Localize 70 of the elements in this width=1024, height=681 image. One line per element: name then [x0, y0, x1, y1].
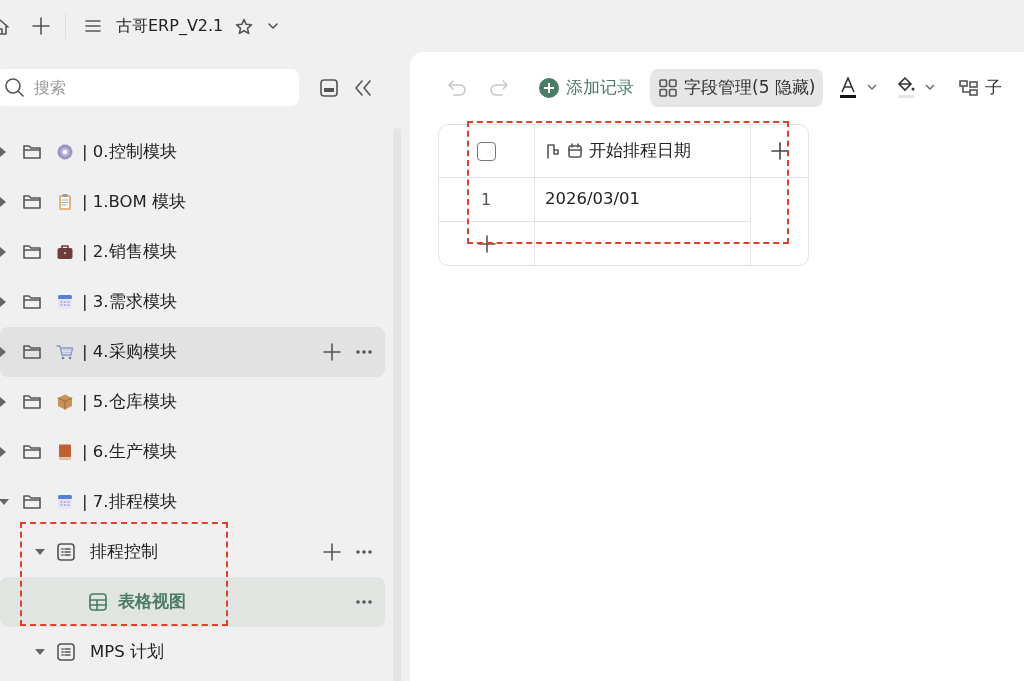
calendar-icon	[56, 293, 74, 311]
tree-item[interactable]: 排程控制	[0, 527, 385, 577]
hierarchy-icon	[959, 78, 980, 98]
add-row-icon[interactable]	[477, 233, 497, 254]
panel-icon[interactable]	[319, 77, 339, 98]
table-icon	[88, 592, 108, 612]
calendar-icon	[567, 143, 583, 159]
item-label: 排程控制	[90, 540, 158, 563]
book-icon	[56, 443, 74, 461]
add-circle-icon	[538, 77, 560, 99]
tree-item[interactable]: MPS 计划	[0, 627, 385, 677]
item-label: | 3.需求模块	[82, 290, 177, 313]
calendar-icon	[56, 493, 74, 511]
tree-item[interactable]: | 2.销售模块	[0, 227, 385, 277]
add-column-icon[interactable]	[769, 141, 790, 161]
folder-icon	[22, 492, 42, 512]
row-number: 1	[439, 178, 535, 222]
more-icon[interactable]	[355, 547, 373, 557]
item-label: 表格视图	[118, 590, 186, 613]
table-cell: 2026/03/01	[535, 178, 751, 222]
shopping-cart-icon	[56, 343, 74, 361]
tree-item[interactable]: | 3.需求模块	[0, 277, 385, 327]
item-label: | 5.仓库模块	[82, 390, 177, 413]
tree-item[interactable]: | 7.排程模块	[0, 477, 385, 527]
add-record-button[interactable]: 添加记录	[530, 69, 642, 107]
flag-icon	[545, 143, 561, 159]
tree-item[interactable]: | 4.采购模块	[0, 327, 385, 377]
add-icon[interactable]	[323, 343, 341, 361]
item-label: | 4.采购模块	[82, 340, 177, 363]
briefcase-icon	[56, 243, 74, 261]
more-icon[interactable]	[355, 597, 373, 607]
tree-item[interactable]: | 0.控制模块	[0, 127, 385, 177]
star-icon[interactable]	[235, 17, 254, 35]
clipboard-icon	[56, 193, 74, 211]
checkbox[interactable]	[477, 141, 496, 161]
add-icon[interactable]	[323, 543, 341, 561]
more-icon[interactable]	[355, 347, 373, 357]
folder-icon	[22, 142, 42, 162]
folder-icon	[22, 392, 42, 412]
item-label: | 0.控制模块	[82, 140, 177, 163]
list-icon	[56, 542, 76, 562]
column-title: 开始排程日期	[589, 139, 691, 163]
document-title: 古哥ERP_V2.1	[116, 15, 224, 37]
grid-icon	[658, 78, 678, 98]
item-label: | 6.生产模块	[82, 440, 177, 463]
folder-icon	[22, 442, 42, 462]
folder-icon	[22, 192, 42, 212]
column-header[interactable]: 开始排程日期	[535, 125, 751, 178]
item-label: | 1.BOM 模块	[82, 190, 187, 213]
tree-item[interactable]: | 5.仓库模块	[0, 377, 385, 427]
folder-icon	[22, 292, 42, 312]
subtable-button[interactable]: 子	[951, 69, 1011, 107]
tree-item[interactable]: | 1.BOM 模块	[0, 177, 385, 227]
add-icon[interactable]	[31, 16, 51, 36]
item-label: | 7.排程模块	[82, 490, 177, 513]
item-label: MPS 计划	[90, 640, 164, 663]
search-icon	[4, 77, 25, 98]
item-label: | 2.销售模块	[82, 240, 177, 263]
search-field[interactable]: 搜索	[0, 69, 299, 106]
folder-icon	[22, 342, 42, 362]
gear-icon	[56, 143, 74, 161]
tree-item[interactable]: 表格视图	[0, 577, 385, 627]
menu-icon[interactable]	[84, 17, 102, 35]
collapse-sidebar-icon[interactable]	[353, 78, 373, 97]
folder-icon	[22, 242, 42, 262]
field-manager-button[interactable]: 字段管理(5 隐藏)	[650, 69, 824, 107]
package-icon	[56, 393, 74, 411]
tree-item[interactable]: | 6.生产模块	[0, 427, 385, 477]
list-icon	[56, 642, 76, 662]
chevron-down-icon[interactable]	[267, 21, 280, 31]
